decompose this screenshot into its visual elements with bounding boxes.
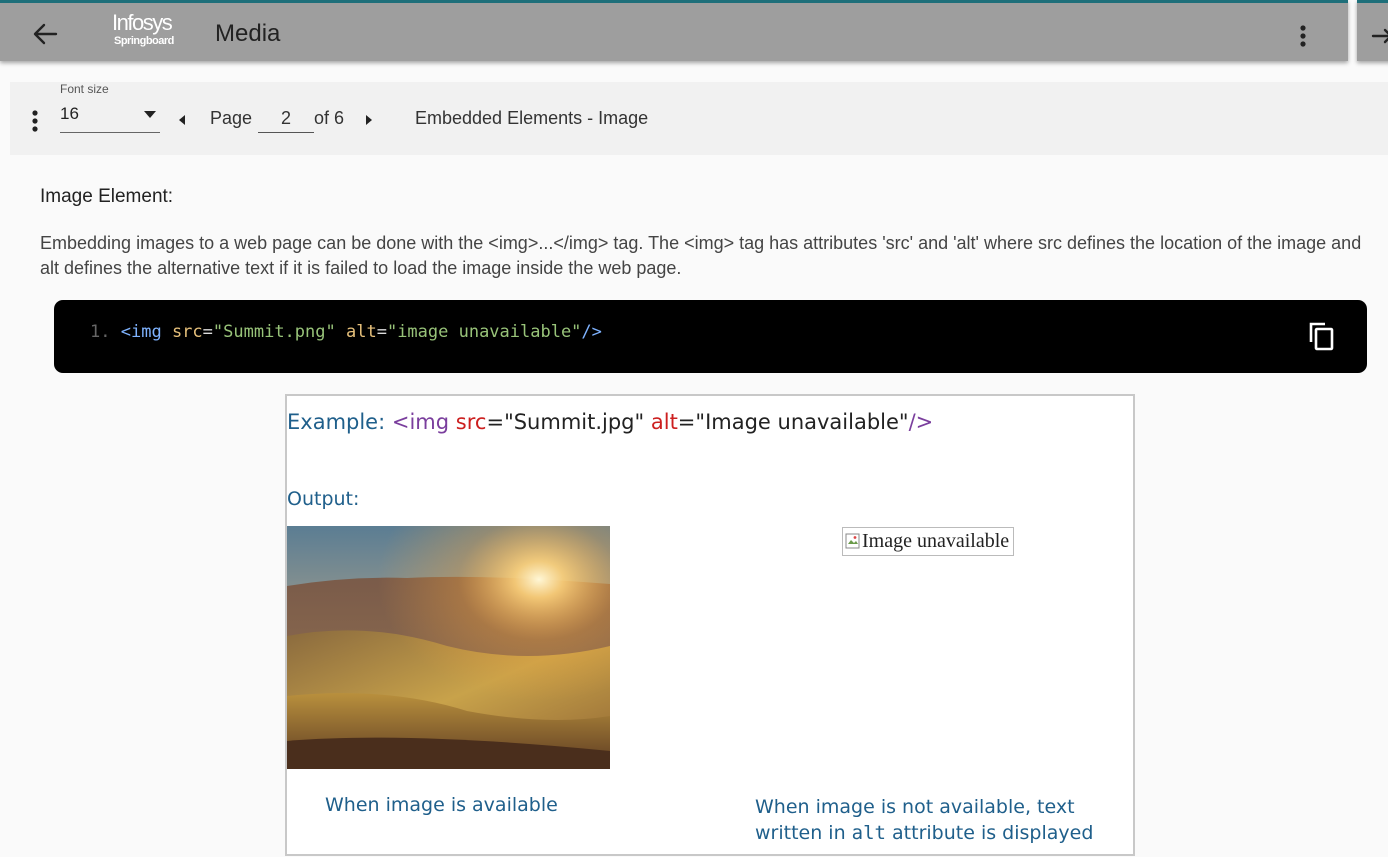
caption-unavailable-line1: When image is not available, text (755, 796, 1075, 818)
example-value-alt: "Image unavailable" (695, 410, 909, 434)
code-value-alt: "image unavailable" (386, 322, 582, 342)
line-number: 1. (90, 322, 111, 342)
caption-unavailable-line2c: attribute is displayed (886, 822, 1094, 844)
example-code-line: Example: <img src="Summit.jpg" alt="Imag… (287, 410, 933, 434)
broken-image-placeholder: Image unavailable (842, 527, 1015, 556)
caption-alt-keyword: alt (851, 822, 886, 844)
code-block: 1. <img src="Summit.png" alt="image unav… (54, 300, 1367, 373)
section-title: Embedded Elements - Image (415, 108, 649, 128)
code-attr-alt: alt (345, 322, 377, 342)
exit-icon[interactable] (1369, 21, 1388, 51)
example-attr-alt: alt (650, 410, 678, 434)
more-vertical-icon (1300, 25, 1306, 47)
broken-image-alt-text: Image unavailable (862, 530, 1010, 552)
infosys-springboard-logo: Infosys Springboard (112, 11, 182, 55)
code-eq: = (376, 322, 387, 342)
caption-available: When image is available (325, 794, 558, 816)
code-value-src: "Summit.png" (212, 322, 336, 342)
caret-right-icon (366, 115, 372, 125)
font-size-value: 16 (60, 104, 79, 123)
example-eq: = (677, 410, 696, 434)
font-size-label: Font size (60, 82, 109, 96)
more-vertical-icon (32, 110, 38, 132)
caret-down-icon (144, 111, 156, 118)
logo-line1: Infosys (112, 10, 173, 35)
page-number-input[interactable] (258, 104, 314, 133)
caption-unavailable: When image is not available, text writte… (755, 794, 1133, 846)
example-value-src: "Summit.jpg" (504, 410, 645, 434)
app-bar: Infosys Springboard Media (0, 0, 1348, 61)
side-panel-bar (1357, 0, 1388, 61)
code-tag-close: /> (581, 322, 602, 342)
output-label: Output: (287, 488, 360, 510)
back-button[interactable] (28, 19, 62, 49)
more-menu-button[interactable] (1290, 21, 1316, 51)
example-label: Example: (287, 410, 386, 434)
reader-toolbar: Font size 16 Page of 6 Embedded Elements… (10, 82, 1388, 155)
code-line: 1. <img src="Summit.png" alt="image unav… (90, 322, 602, 342)
code-attr-src: src (171, 322, 203, 342)
copy-code-button[interactable] (1307, 320, 1337, 352)
page-total-label: of 6 (314, 108, 345, 128)
logo-line2: Springboard (114, 35, 174, 47)
example-eq: = (486, 410, 505, 434)
example-tag-close: /> (908, 410, 934, 434)
code-tag-open: <img (120, 322, 162, 342)
previous-page-button[interactable] (175, 112, 189, 128)
content-heading: Image Element: (40, 186, 174, 207)
code-eq: = (202, 322, 213, 342)
caption-unavailable-line2a: written in (755, 822, 852, 844)
example-figure: Example: <img src="Summit.jpg" alt="Imag… (285, 394, 1135, 856)
summit-photo (287, 526, 610, 769)
example-tag-open: <img (391, 410, 450, 434)
page-title: Media (215, 20, 281, 47)
page-label: Page (210, 108, 253, 128)
copy-icon (1309, 322, 1334, 351)
arrow-left-icon (33, 23, 58, 45)
broken-image-icon (845, 533, 860, 549)
content-paragraph: Embedding images to a web page can be do… (40, 233, 1362, 278)
next-page-button[interactable] (362, 112, 376, 128)
example-attr-src: src (455, 410, 487, 434)
font-size-select[interactable]: 16 (60, 102, 160, 133)
caret-left-icon (179, 115, 185, 125)
toolbar-menu-button[interactable] (25, 108, 45, 136)
